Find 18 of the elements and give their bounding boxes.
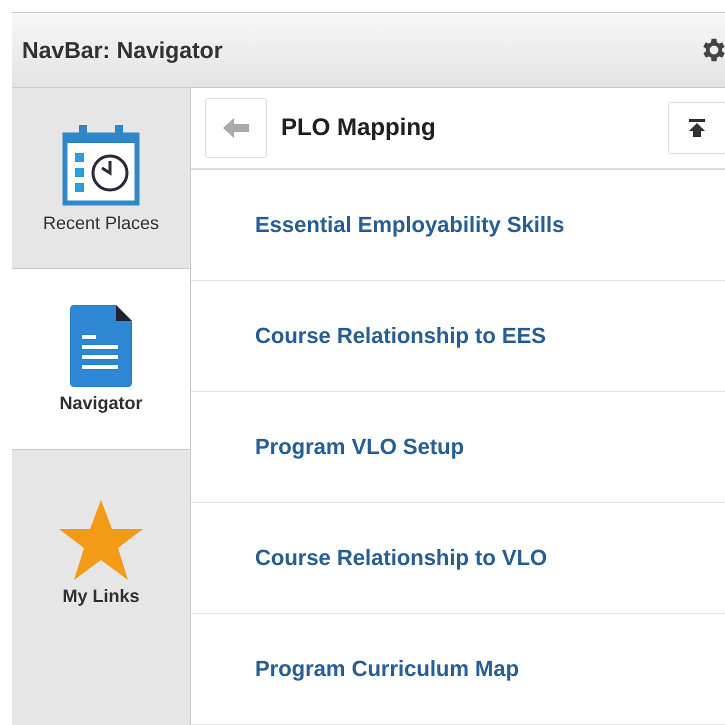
tab-label: My Links <box>62 586 140 607</box>
sidebar-tab[interactable]: My Links <box>12 450 190 725</box>
menu-link[interactable]: Essential Employability Skills <box>255 212 564 238</box>
menu-link[interactable]: Program Curriculum Map <box>255 656 520 682</box>
menu-link[interactable]: Program VLO Setup <box>255 434 464 460</box>
panel-title: PLO Mapping <box>281 114 437 142</box>
header-title: NavBar: Navigator <box>22 36 223 64</box>
tab-label: Navigator <box>59 392 143 414</box>
tab-label: Recent Places <box>42 212 160 234</box>
scroll-top-icon <box>688 119 706 137</box>
document-icon <box>70 304 132 386</box>
star-icon <box>59 500 143 580</box>
calendar-clock-icon <box>61 122 141 206</box>
sidebar-tab[interactable]: Recent Places <box>12 88 190 269</box>
menu-link[interactable]: Course Relationship to VLO <box>255 545 548 571</box>
back-arrow-icon <box>223 118 249 138</box>
scroll-top-button[interactable] <box>668 102 725 154</box>
menu-link[interactable]: Course Relationship to EES <box>255 323 546 349</box>
